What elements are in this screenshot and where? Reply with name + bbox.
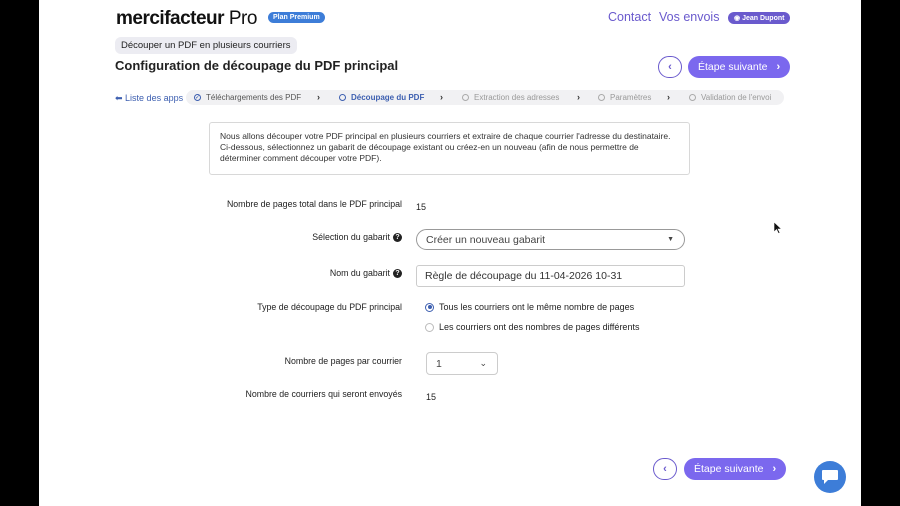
- circle-icon: [462, 94, 469, 101]
- letters-sent-value: 15: [426, 392, 437, 402]
- logo[interactable]: mercifacteur Pro: [116, 8, 257, 30]
- logo-main: mercifacteur: [116, 8, 225, 29]
- template-select[interactable]: Créer un nouveau gabarit ▼: [416, 229, 685, 250]
- next-step-button-top[interactable]: Étape suivante ›: [688, 56, 791, 78]
- template-name-input[interactable]: Règle de découpage du 11-04-2026 10-31: [416, 265, 685, 287]
- letters-sent-label: Nombre de courriers qui seront envoyés: [245, 389, 402, 399]
- split-type-label: Type de découpage du PDF principal: [257, 302, 402, 312]
- logo-pro: Pro: [224, 8, 258, 29]
- template-label: Sélection du gabarit?: [142, 232, 402, 243]
- chat-icon: [822, 470, 838, 484]
- pages-per-letter-label: Nombre de pages par courrier: [284, 356, 402, 366]
- pages-per-letter-select[interactable]: 1 ⌄: [426, 352, 498, 375]
- chevron-left-icon: ‹: [663, 463, 667, 475]
- apps-list-link[interactable]: ⬅ Liste des apps: [115, 93, 183, 104]
- circle-icon: [689, 94, 696, 101]
- next-step-label: Étape suivante: [698, 61, 768, 73]
- chat-button[interactable]: [814, 461, 846, 493]
- circle-icon: [598, 94, 605, 101]
- chevron-right-icon: ›: [772, 463, 777, 475]
- question-circle-icon[interactable]: ?: [393, 269, 402, 279]
- nav-envois[interactable]: Vos envois: [659, 10, 719, 24]
- chevron-right-icon: ›: [667, 92, 670, 102]
- page-title: Configuration de découpage du PDF princi…: [115, 58, 399, 73]
- user-icon: ◉: [734, 15, 743, 22]
- total-pages-value: 15: [416, 202, 427, 212]
- total-pages-label: Nombre de pages total dans le PDF princi…: [226, 199, 402, 209]
- step-progress-bar: ✓ Téléchargements des PDF › Découpage du …: [186, 90, 784, 105]
- check-circle-icon: ✓: [194, 94, 201, 101]
- info-box: Nous allons découper votre PDF principal…: [209, 122, 690, 175]
- radio-unchecked[interactable]: [425, 322, 434, 332]
- chevron-right-icon: ›: [440, 92, 443, 102]
- template-select-value: Créer un nouveau gabarit: [426, 233, 546, 246]
- plan-badge: Plan Premium: [268, 12, 325, 23]
- step-split[interactable]: Découpage du PDF: [339, 93, 424, 102]
- template-name-label: Nom du gabarit?: [142, 268, 402, 279]
- split-option-different[interactable]: Les courriers ont des nombres de pages d…: [425, 322, 639, 332]
- apps-list-label: Liste des apps: [125, 93, 184, 103]
- question-circle-icon[interactable]: ?: [393, 233, 402, 243]
- back-button-bottom[interactable]: ‹: [653, 458, 677, 480]
- radio-checked[interactable]: [425, 302, 434, 312]
- caret-down-icon: ▼: [667, 236, 674, 243]
- circle-icon: [339, 94, 346, 101]
- back-button-top[interactable]: ‹: [658, 56, 682, 78]
- step-settings[interactable]: Paramètres: [598, 93, 651, 102]
- mouse-cursor-icon: [774, 222, 782, 234]
- step-address-extraction[interactable]: Extraction des adresses: [462, 93, 559, 102]
- template-name-value: Règle de découpage du 11-04-2026 10-31: [425, 270, 623, 282]
- next-step-button-bottom[interactable]: Étape suivante ›: [684, 458, 787, 480]
- chevron-right-icon: ›: [317, 92, 320, 102]
- next-step-label: Étape suivante: [694, 463, 764, 475]
- user-badge[interactable]: ◉ Jean Dupont: [728, 12, 791, 24]
- chevron-down-icon: ⌄: [479, 358, 487, 368]
- breadcrumb: Découper un PDF en plusieurs courriers: [115, 37, 297, 54]
- chevron-right-icon: ›: [776, 61, 781, 73]
- nav-contact[interactable]: Contact: [608, 10, 651, 24]
- chevron-left-icon: ‹: [668, 61, 672, 73]
- user-name: Jean Dupont: [742, 15, 785, 22]
- pages-per-letter-value: 1: [436, 357, 442, 370]
- step-validation[interactable]: Validation de l'envoi: [689, 93, 771, 102]
- arrow-left-icon: ⬅: [115, 93, 126, 103]
- chevron-right-icon: ›: [577, 92, 580, 102]
- split-option-same[interactable]: Tous les courriers ont le même nombre de…: [425, 302, 634, 312]
- step-uploads[interactable]: ✓ Téléchargements des PDF: [194, 93, 301, 102]
